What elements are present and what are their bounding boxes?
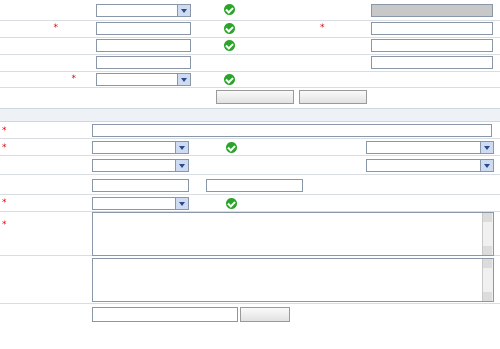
chevron-down-icon [175, 160, 188, 171]
row5-select[interactable] [96, 73, 191, 86]
row2-label: * [0, 23, 59, 33]
f3-select2[interactable] [366, 159, 494, 172]
row3-input[interactable] [96, 39, 191, 52]
required-star: * [2, 126, 7, 136]
chevron-down-icon [177, 74, 190, 85]
f2-select2[interactable] [366, 141, 494, 154]
f7-textarea[interactable] [92, 258, 494, 302]
row1-field2[interactable] [371, 4, 493, 17]
required-star: * [71, 74, 77, 84]
f6-textarea-text [95, 214, 481, 254]
row5-label: * [0, 74, 77, 84]
chevron-down-icon [177, 5, 190, 16]
f4-date-to[interactable] [206, 179, 303, 192]
action-button-2[interactable] [299, 90, 367, 104]
scroll-down-arrow[interactable] [483, 292, 492, 301]
chevron-down-icon [480, 160, 493, 171]
row2-field2[interactable] [371, 22, 493, 35]
f5-label: * [2, 198, 87, 208]
row3-field2[interactable] [371, 39, 493, 52]
f6-label-line1: * [2, 220, 87, 230]
check-icon [226, 198, 237, 209]
chevron-down-icon [480, 142, 493, 153]
f4-date-from[interactable] [92, 179, 189, 192]
file-path-input[interactable] [92, 307, 238, 322]
scroll-up-arrow[interactable] [483, 259, 492, 268]
section-header [0, 108, 500, 122]
required-star: * [2, 143, 7, 153]
row2-status [222, 22, 302, 36]
required-star: * [320, 23, 325, 33]
f1-input[interactable] [92, 124, 492, 137]
row2-label2: * [320, 23, 370, 33]
check-icon [226, 142, 237, 153]
f2-label: * [2, 143, 87, 153]
f5-select[interactable] [92, 197, 189, 210]
check-icon [224, 23, 235, 34]
check-icon [224, 40, 235, 51]
required-star: * [2, 220, 7, 230]
row4-field2[interactable] [371, 56, 493, 69]
check-icon [224, 74, 235, 85]
required-star: * [53, 23, 59, 33]
textarea-scrollbar[interactable] [482, 213, 493, 255]
action-button-1[interactable] [216, 90, 294, 104]
f6-textarea[interactable] [92, 212, 494, 256]
f2-status [224, 141, 300, 155]
f3-select1[interactable] [92, 159, 189, 172]
scroll-up-arrow[interactable] [483, 213, 492, 222]
row2-input[interactable] [96, 22, 191, 35]
row1-select[interactable] [96, 4, 191, 17]
check-icon [224, 4, 235, 15]
row3-status [222, 39, 302, 53]
row1-status [222, 3, 302, 17]
f2-select1[interactable] [92, 141, 189, 154]
row4-input[interactable] [96, 56, 191, 69]
textarea-scrollbar[interactable] [482, 259, 493, 301]
chevron-down-icon [175, 142, 188, 153]
required-star: * [2, 198, 7, 208]
f1-label: * [2, 126, 87, 136]
chevron-down-icon [175, 198, 188, 209]
row5-status [222, 73, 302, 87]
f5-status [224, 197, 300, 211]
scroll-down-arrow[interactable] [483, 246, 492, 255]
browse-button[interactable] [240, 307, 290, 322]
